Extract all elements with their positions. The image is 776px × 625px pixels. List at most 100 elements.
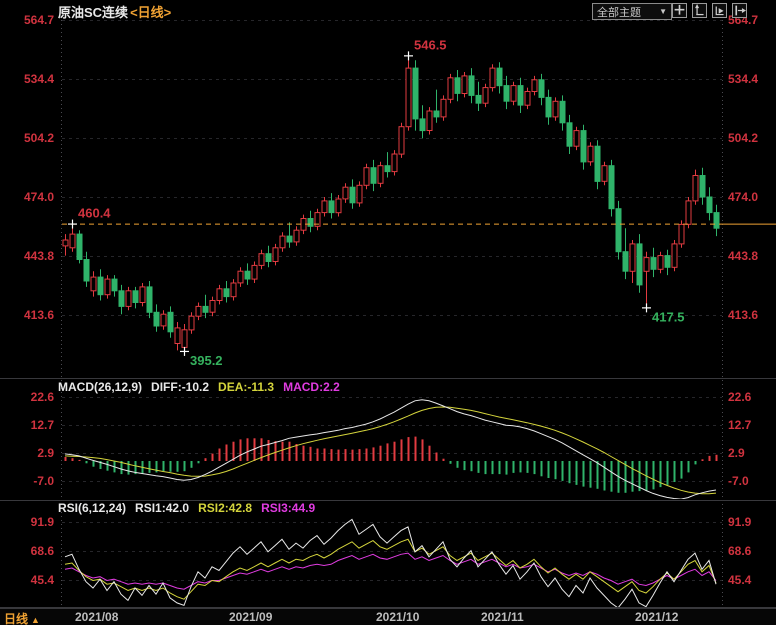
rsi-layer	[65, 519, 716, 608]
candle	[567, 123, 572, 146]
macd-dea-value: DEA:-11.3	[218, 380, 274, 394]
zoom-y-axis-button[interactable]	[692, 3, 707, 18]
candle	[462, 76, 467, 94]
candle	[616, 209, 621, 252]
candle	[385, 166, 390, 172]
price-axis-label: 504.2	[728, 131, 774, 145]
rsi-axis-label: 68.6	[0, 544, 54, 558]
candle	[504, 86, 509, 102]
macd-axis-label: 12.7	[728, 418, 774, 432]
candle	[714, 213, 719, 229]
shift-right-button[interactable]	[732, 3, 747, 18]
macd-axis-label: -7.0	[0, 474, 54, 488]
swing-price-label: 395.2	[190, 353, 223, 368]
chevron-down-icon: ▼	[659, 7, 667, 16]
macd-axis-label: 12.7	[0, 418, 54, 432]
price-axis-label: 443.8	[728, 249, 774, 263]
zoom-y-axis-icon	[693, 4, 706, 17]
price-axis-label: 564.7	[0, 13, 54, 27]
candle	[406, 68, 411, 127]
candle	[574, 131, 579, 147]
price-axis-label: 534.4	[728, 72, 774, 86]
candle	[203, 306, 208, 312]
candle	[147, 287, 152, 312]
candle	[707, 197, 712, 213]
candle	[336, 199, 341, 213]
date-label: 2021/12	[635, 610, 678, 624]
macd-axis-label: 2.9	[728, 446, 774, 460]
candle	[154, 312, 159, 326]
candle	[84, 260, 89, 282]
period-selector[interactable]: 日线▲	[4, 610, 40, 625]
triangle-up-icon: ▲	[31, 615, 40, 625]
candle	[658, 256, 663, 270]
candle	[161, 314, 166, 326]
macd-diff-value: DIFF:-10.2	[151, 380, 209, 394]
theme-dropdown[interactable]: 全部主题 ▼	[592, 3, 672, 20]
candle	[693, 176, 698, 201]
candle	[434, 111, 439, 117]
macd-axis-label: 2.9	[0, 446, 54, 460]
chart-toolbar	[672, 3, 747, 18]
candle	[217, 289, 222, 301]
candle	[623, 252, 628, 272]
rsi3-value: RSI3:44.9	[261, 501, 315, 515]
candle	[392, 154, 397, 172]
candle	[63, 240, 68, 246]
candle	[70, 234, 75, 248]
candle	[273, 248, 278, 262]
candle	[483, 88, 488, 104]
candle	[476, 95, 481, 103]
period-tag[interactable]: <日线>	[130, 5, 171, 20]
rsi1-value: RSI1:42.0	[135, 501, 189, 515]
candle	[175, 328, 180, 344]
candle	[441, 99, 446, 117]
date-label: 2021/09	[229, 610, 272, 624]
price-axis-label: 413.6	[0, 308, 54, 322]
candle	[427, 111, 432, 131]
candle	[399, 127, 404, 154]
candle	[560, 101, 565, 123]
candle	[553, 101, 558, 117]
candle	[588, 146, 593, 162]
candle	[455, 78, 460, 94]
macd-axis-label: 22.6	[728, 390, 774, 404]
candle	[644, 258, 649, 272]
rsi-params-label: RSI(6,12,24)	[58, 501, 126, 515]
candle	[546, 97, 551, 117]
pan-move-button[interactable]	[672, 3, 687, 18]
rsi-axis-label: 45.4	[728, 573, 774, 587]
zoom-x-axis-button[interactable]	[712, 3, 727, 18]
candle	[700, 176, 705, 198]
candle	[448, 78, 453, 100]
candle	[252, 265, 257, 279]
price-axis-label: 413.6	[728, 308, 774, 322]
candle	[245, 271, 250, 279]
candle	[133, 291, 138, 303]
date-label: 2021/10	[376, 610, 419, 624]
candle	[77, 234, 82, 259]
candle	[287, 236, 292, 242]
candle	[308, 219, 313, 227]
shift-right-icon	[733, 4, 746, 17]
rsi1-line	[65, 519, 716, 608]
candle	[280, 236, 285, 248]
candle	[469, 76, 474, 96]
chart-canvas[interactable]: 460.4546.5395.2417.5	[0, 0, 776, 625]
candle	[686, 201, 691, 224]
candle	[266, 254, 271, 262]
macd-layer	[65, 400, 717, 499]
candle	[651, 258, 656, 270]
macd-header[interactable]: MACD(26,12,9)DIFF:-10.2DEA:-11.3MACD:2.2	[58, 380, 349, 394]
zoom-x-axis-icon	[713, 4, 726, 17]
candle	[595, 146, 600, 181]
rsi-header[interactable]: RSI(6,12,24)RSI1:42.0RSI2:42.8RSI3:44.9	[58, 501, 324, 515]
candle	[189, 316, 194, 330]
candle	[329, 201, 334, 213]
macd-axis-label: -7.0	[728, 474, 774, 488]
candle	[518, 86, 523, 106]
candle	[420, 119, 425, 131]
instrument-title: 原油SC连续	[58, 5, 128, 20]
rsi2-line	[65, 539, 716, 599]
rsi-axis-label: 91.9	[728, 515, 774, 529]
